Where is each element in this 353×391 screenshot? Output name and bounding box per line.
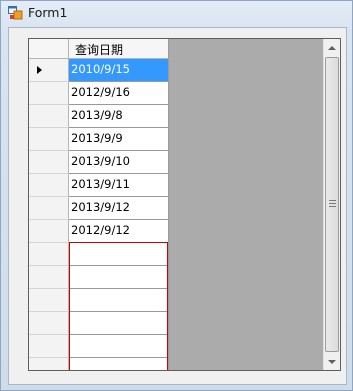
row-header[interactable] — [29, 243, 69, 266]
grid-cell-query-date[interactable] — [69, 243, 169, 266]
chevron-down-icon — [328, 359, 336, 364]
grid-cell-query-date[interactable] — [69, 335, 169, 358]
grid-cell-query-date[interactable] — [69, 289, 169, 312]
row-header[interactable] — [29, 266, 69, 289]
row-header[interactable] — [29, 174, 69, 197]
grid-cell-query-date[interactable]: 2013/9/8 — [69, 105, 169, 128]
grid-cell-query-date[interactable] — [69, 266, 169, 289]
grid-cell-query-date[interactable]: 2013/9/12 — [69, 197, 169, 220]
row-headers — [29, 59, 69, 370]
vertical-scrollbar[interactable] — [323, 39, 340, 370]
grid-corner-header[interactable] — [29, 39, 69, 59]
scroll-thumb[interactable] — [325, 57, 339, 352]
window-title: Form1 — [28, 5, 68, 20]
grid-cell-query-date[interactable]: 2010/9/15 — [69, 59, 169, 82]
row-header[interactable] — [29, 312, 69, 335]
form-client-area: 查询日期 2010/9/15 2012/9/16 2013/9/8 2013/9/9 2… — [8, 27, 347, 385]
grid-cell-query-date[interactable]: 2012/9/16 — [69, 82, 169, 105]
row-header[interactable] — [29, 105, 69, 128]
grid-cell-query-date[interactable]: 2013/9/11 — [69, 174, 169, 197]
row-header[interactable] — [29, 197, 69, 220]
chevron-up-icon — [328, 45, 336, 50]
row-header[interactable] — [29, 59, 69, 82]
scroll-down-button[interactable] — [324, 353, 340, 370]
grid-cell-query-date[interactable]: 2012/9/12 — [69, 220, 169, 243]
row-header[interactable] — [29, 128, 69, 151]
row-header[interactable] — [29, 220, 69, 243]
row-header[interactable] — [29, 151, 69, 174]
row-header[interactable] — [29, 82, 69, 105]
row-header[interactable] — [29, 335, 69, 358]
grid-cell-query-date[interactable] — [69, 312, 169, 335]
title-bar[interactable]: Form1 — [1, 1, 352, 27]
current-row-arrow-icon — [37, 66, 42, 74]
app-form-icon — [8, 6, 23, 20]
row-header[interactable] — [29, 289, 69, 312]
data-grid-view[interactable]: 查询日期 2010/9/15 2012/9/16 2013/9/8 2013/9/9 2… — [28, 38, 341, 371]
column-header-query-date[interactable]: 查询日期 — [69, 39, 169, 59]
grip-icon — [329, 200, 336, 208]
grid-cell-query-date[interactable]: 2013/9/9 — [69, 128, 169, 151]
row-header[interactable] — [29, 358, 69, 370]
scroll-up-button[interactable] — [324, 39, 340, 56]
grid-cell-query-date[interactable] — [69, 358, 169, 370]
form-window: Form1 查询日期 2010/9/15 2012/9/16 2013/9/8 201… — [0, 0, 353, 391]
grid-cells: 2010/9/15 2012/9/16 2013/9/8 2013/9/9 2013/9… — [69, 59, 169, 370]
grid-cell-query-date[interactable]: 2013/9/10 — [69, 151, 169, 174]
